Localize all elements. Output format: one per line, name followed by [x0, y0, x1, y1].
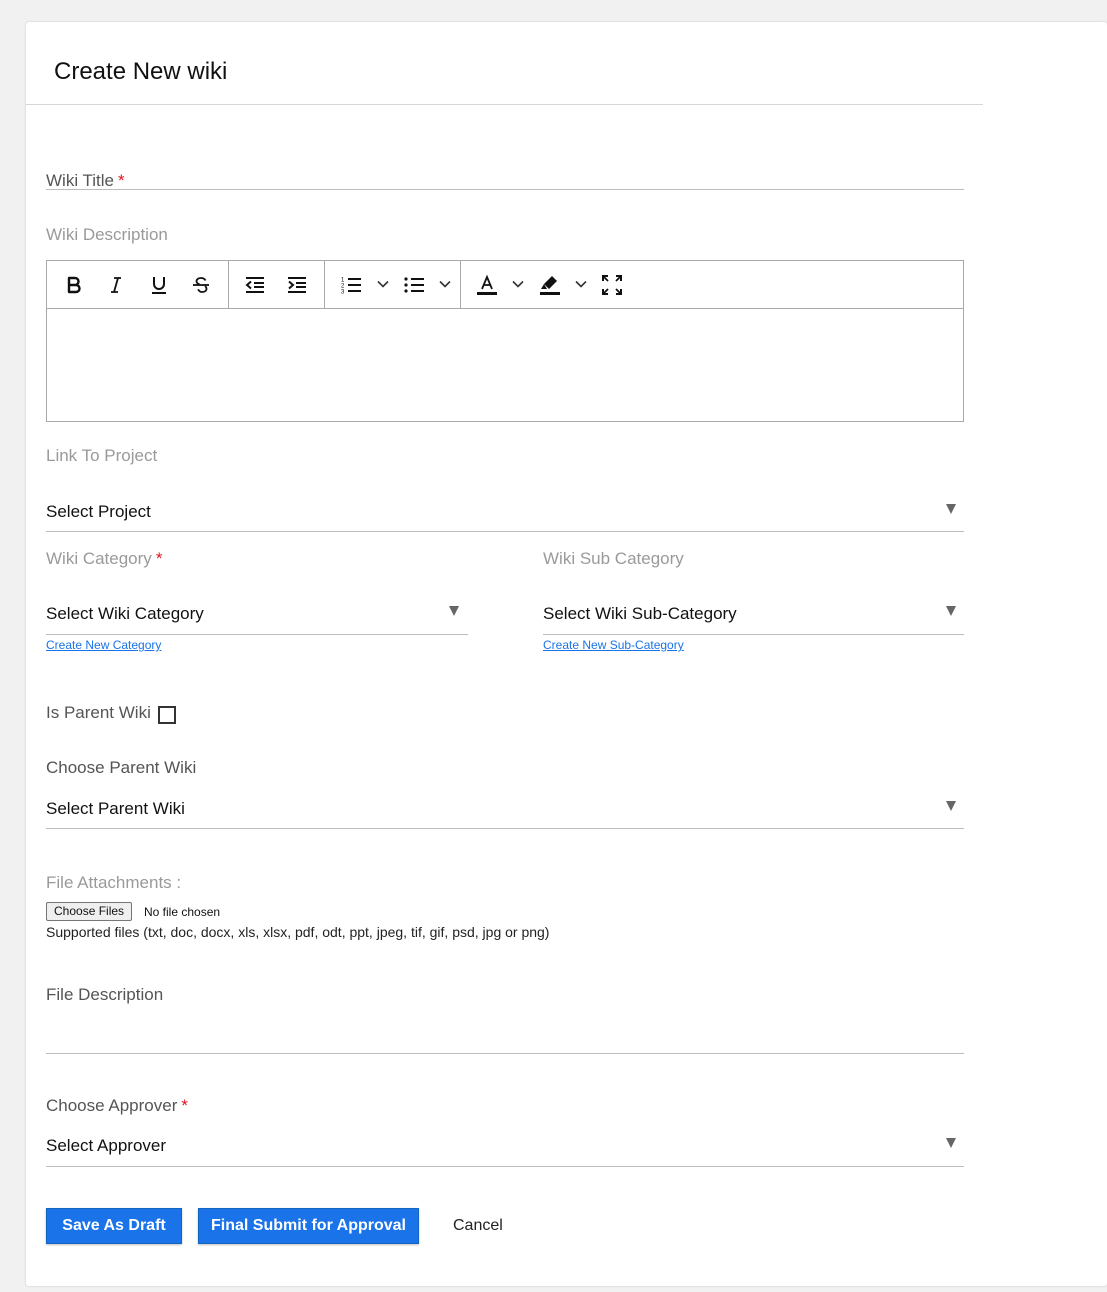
strikethrough-icon[interactable]	[187, 271, 215, 299]
wiki-sub-category-select[interactable]: Select Wiki Sub-Category	[543, 602, 964, 632]
project-select[interactable]: Select Project	[46, 500, 964, 530]
wiki-category-label: Wiki Category	[46, 549, 152, 568]
bold-icon[interactable]	[60, 271, 88, 299]
create-new-category-link[interactable]: Create New Category	[46, 638, 161, 652]
editor-content-area[interactable]	[47, 309, 963, 421]
file-attachments-label: File Attachments :	[46, 873, 182, 892]
required-mark: *	[155, 549, 163, 568]
toolbar-separator	[324, 261, 325, 308]
wiki-title-label: Wiki Title	[46, 171, 114, 190]
save-as-draft-button[interactable]: Save As Draft	[46, 1208, 182, 1244]
approver-select-value: Select Approver	[46, 1136, 167, 1155]
is-parent-wiki-label: Is Parent Wiki	[46, 703, 151, 722]
wiki-sub-category-label: Wiki Sub Category	[543, 549, 684, 568]
caret-down-icon	[946, 504, 956, 514]
create-new-sub-category-link[interactable]: Create New Sub-Category	[543, 638, 684, 652]
toolbar-separator	[228, 261, 229, 308]
wiki-category-select-value: Select Wiki Category	[46, 604, 204, 623]
supported-files-text: Supported files (txt, doc, docx, xls, xl…	[46, 924, 550, 940]
editor-toolbar: 123	[47, 261, 963, 309]
file-description-underline	[46, 1053, 964, 1054]
approver-select[interactable]: Select Approver	[46, 1134, 964, 1164]
unordered-list-icon[interactable]	[400, 271, 428, 299]
caret-down-icon	[946, 606, 956, 616]
font-color-icon[interactable]	[473, 271, 501, 299]
caret-down-icon	[449, 606, 459, 616]
approver-underline	[46, 1166, 964, 1167]
file-description-input[interactable]	[46, 1017, 964, 1053]
wiki-title-underline	[46, 189, 964, 190]
page-title: Create New wiki	[54, 58, 228, 85]
indent-icon[interactable]	[283, 271, 311, 299]
toolbar-separator	[460, 261, 461, 308]
fullscreen-icon[interactable]	[598, 271, 626, 299]
wiki-category-select[interactable]: Select Wiki Category	[46, 602, 468, 632]
choose-files-button[interactable]: Choose Files	[46, 902, 133, 921]
svg-text:3: 3	[341, 290, 345, 296]
wiki-category-underline	[46, 634, 468, 635]
card-header: Create New wiki	[26, 22, 983, 105]
cancel-button[interactable]: Cancel	[453, 1216, 503, 1236]
wiki-form-card: Create New wiki Wiki Title * Wiki Descrip…	[26, 22, 1107, 1286]
required-mark: *	[118, 171, 125, 190]
chevron-down-icon[interactable]	[438, 277, 452, 291]
file-description-label: File Description	[46, 985, 164, 1004]
link-to-project-label: Link To Project	[46, 446, 158, 465]
final-submit-button[interactable]: Final Submit for Approval	[198, 1208, 419, 1244]
choose-parent-wiki-label: Choose Parent Wiki	[46, 758, 197, 777]
parent-wiki-underline	[46, 828, 964, 829]
is-parent-wiki-checkbox[interactable]	[158, 706, 176, 724]
required-mark: *	[181, 1096, 188, 1115]
wiki-title-field[interactable]: Wiki Title *	[46, 171, 125, 191]
ordered-list-icon[interactable]: 123	[337, 271, 365, 299]
outdent-icon[interactable]	[241, 271, 269, 299]
project-select-underline	[46, 531, 964, 532]
wiki-sub-category-underline	[543, 634, 964, 635]
project-select-value: Select Project	[46, 502, 151, 521]
choose-approver-label: Choose Approver	[46, 1096, 178, 1115]
wiki-category-label-wrap: Wiki Category *	[46, 549, 162, 569]
parent-wiki-select-value: Select Parent Wiki	[46, 799, 185, 818]
italic-icon[interactable]	[102, 271, 130, 299]
chevron-down-icon[interactable]	[574, 277, 588, 291]
file-status-text: No file chosen	[144, 905, 221, 919]
rich-text-editor: 123	[46, 260, 964, 422]
wiki-description-label: Wiki Description	[46, 225, 168, 244]
wiki-sub-category-select-value: Select Wiki Sub-Category	[543, 604, 737, 623]
chevron-down-icon[interactable]	[511, 277, 525, 291]
caret-down-icon	[946, 1138, 956, 1148]
caret-down-icon	[946, 801, 956, 811]
highlight-color-icon[interactable]	[536, 271, 564, 299]
choose-approver-label-wrap: Choose Approver *	[46, 1096, 188, 1116]
underline-icon[interactable]	[145, 271, 173, 299]
parent-wiki-select[interactable]: Select Parent Wiki	[46, 797, 964, 827]
chevron-down-icon[interactable]	[376, 277, 390, 291]
